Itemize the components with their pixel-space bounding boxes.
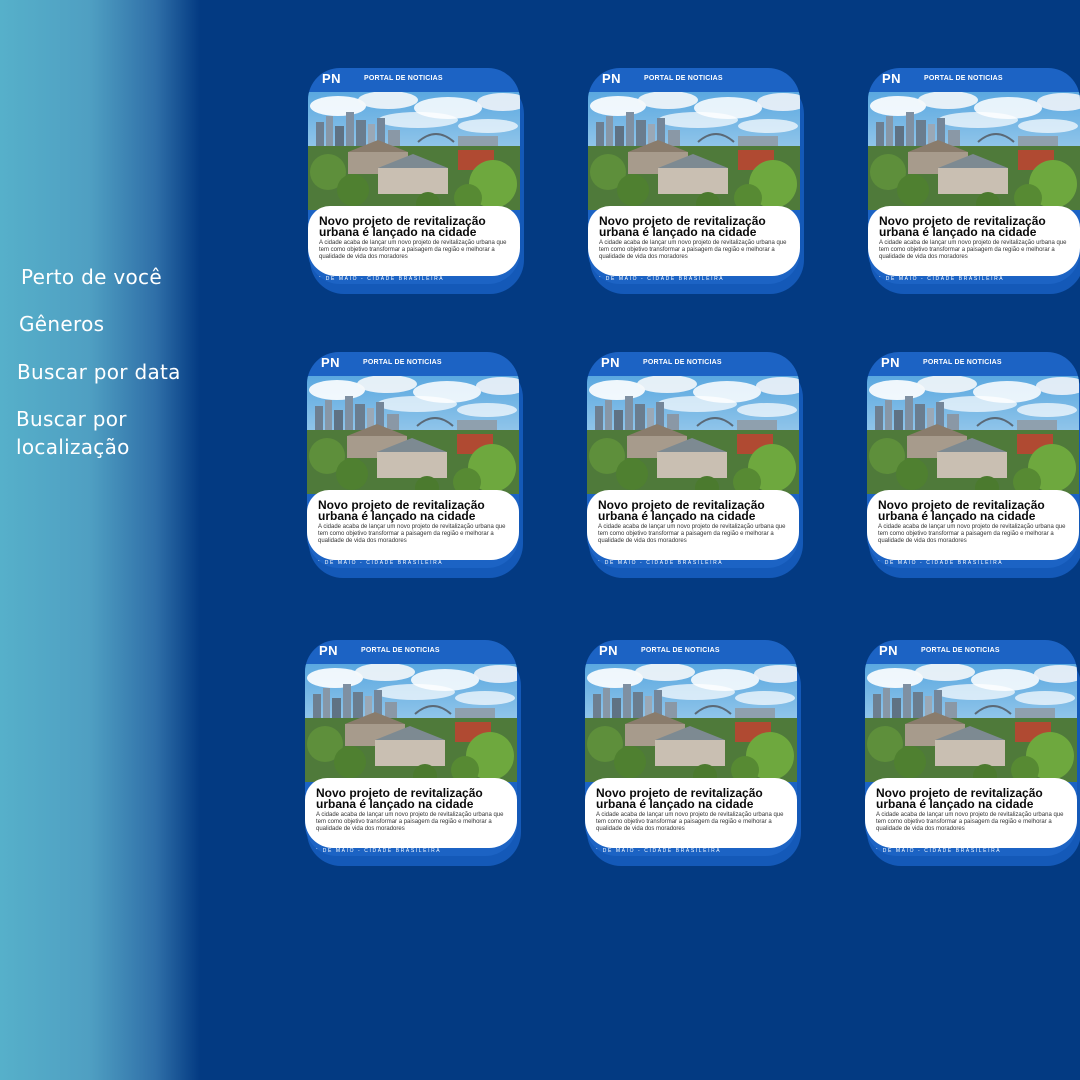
- city-photo: [867, 376, 1079, 494]
- portal-label: PORTAL DE NOTICIAS: [924, 75, 1003, 82]
- city-skyline-icon: [308, 92, 520, 210]
- card-date: 21 DE MAIO - CIDADE BRASILEIRA: [874, 276, 1005, 282]
- portal-label: PORTAL DE NOTICIAS: [923, 359, 1002, 366]
- news-card[interactable]: PN PORTAL DE NOTICIAS Novo projeto de re…: [585, 640, 801, 866]
- card-headline: Novo projeto de revitalização urbana é l…: [598, 498, 765, 523]
- nav-perto-de-voce[interactable]: Perto de você: [21, 263, 162, 291]
- card-date: 21 DE MAIO - CIDADE BRASILEIRA: [591, 848, 722, 854]
- card-body: PN PORTAL DE NOTICIAS Novo projeto de re…: [587, 352, 799, 568]
- card-date: 21 DE MAIO - CIDADE BRASILEIRA: [311, 848, 442, 854]
- logo-pn: PN: [882, 71, 902, 86]
- card-headline: Novo projeto de revitalização urbana é l…: [596, 786, 763, 811]
- city-skyline-icon: [868, 92, 1080, 210]
- card-description: A cidade acaba de lançar um novo projeto…: [319, 240, 507, 260]
- news-card[interactable]: PN PORTAL DE NOTICIAS Novo projeto de re…: [588, 68, 804, 294]
- card-body: PN PORTAL DE NOTICIAS Novo projeto de re…: [865, 640, 1077, 856]
- card-date: 21 DE MAIO - CIDADE BRASILEIRA: [593, 560, 724, 566]
- card-description: A cidade acaba de lançar um novo projeto…: [598, 524, 786, 544]
- city-skyline-icon: [587, 376, 799, 494]
- card-description: A cidade acaba de lançar um novo projeto…: [596, 812, 784, 832]
- portal-label: PORTAL DE NOTICIAS: [641, 647, 720, 654]
- card-description: A cidade acaba de lançar um novo projeto…: [599, 240, 787, 260]
- logo-pn: PN: [322, 71, 342, 86]
- card-headline: Novo projeto de revitalização urbana é l…: [879, 214, 1046, 239]
- portal-label: PORTAL DE NOTICIAS: [364, 75, 443, 82]
- news-card[interactable]: PN PORTAL DE NOTICIAS Novo projeto de re…: [867, 352, 1080, 578]
- city-skyline-icon: [867, 376, 1079, 494]
- card-description: A cidade acaba de lançar um novo projeto…: [318, 524, 506, 544]
- city-photo: [868, 92, 1080, 210]
- nav-buscar-por-localizacao[interactable]: Buscar por localização: [16, 405, 186, 461]
- portal-label: PORTAL DE NOTICIAS: [643, 359, 722, 366]
- card-headline: Novo projeto de revitalização urbana é l…: [599, 214, 766, 239]
- card-headline: Novo projeto de revitalização urbana é l…: [318, 498, 485, 523]
- logo-pn: PN: [602, 71, 622, 86]
- news-card[interactable]: PN PORTAL DE NOTICIAS Novo projeto de re…: [865, 640, 1080, 866]
- city-photo: [585, 664, 797, 782]
- nav-generos[interactable]: Gêneros: [19, 310, 104, 338]
- sidebar: Perto de você Gêneros Buscar por data Bu…: [0, 0, 200, 1080]
- portal-label: PORTAL DE NOTICIAS: [361, 647, 440, 654]
- card-headline: Novo projeto de revitalização urbana é l…: [316, 786, 483, 811]
- portal-label: PORTAL DE NOTICIAS: [644, 75, 723, 82]
- card-date: 21 DE MAIO - CIDADE BRASILEIRA: [594, 276, 725, 282]
- logo-pn: PN: [319, 643, 339, 658]
- card-headline: Novo projeto de revitalização urbana é l…: [876, 786, 1043, 811]
- portal-label: PORTAL DE NOTICIAS: [921, 647, 1000, 654]
- card-body: PN PORTAL DE NOTICIAS Novo projeto de re…: [308, 68, 520, 284]
- nav-buscar-por-data[interactable]: Buscar por data: [17, 358, 181, 386]
- city-photo: [305, 664, 517, 782]
- logo-pn: PN: [321, 355, 341, 370]
- logo-pn: PN: [601, 355, 621, 370]
- news-card[interactable]: PN PORTAL DE NOTICIAS Novo projeto de re…: [587, 352, 803, 578]
- news-card[interactable]: PN PORTAL DE NOTICIAS Novo projeto de re…: [305, 640, 521, 866]
- news-card[interactable]: PN PORTAL DE NOTICIAS Novo projeto de re…: [868, 68, 1080, 294]
- city-skyline-icon: [307, 376, 519, 494]
- card-description: A cidade acaba de lançar um novo projeto…: [878, 524, 1066, 544]
- city-photo: [307, 376, 519, 494]
- city-photo: [308, 92, 520, 210]
- card-date: 21 DE MAIO - CIDADE BRASILEIRA: [871, 848, 1002, 854]
- portal-label: PORTAL DE NOTICIAS: [363, 359, 442, 366]
- card-description: A cidade acaba de lançar um novo projeto…: [316, 812, 504, 832]
- logo-pn: PN: [599, 643, 619, 658]
- city-photo: [865, 664, 1077, 782]
- city-photo: [588, 92, 800, 210]
- card-headline: Novo projeto de revitalização urbana é l…: [319, 214, 486, 239]
- news-card[interactable]: PN PORTAL DE NOTICIAS Novo projeto de re…: [308, 68, 524, 294]
- card-body: PN PORTAL DE NOTICIAS Novo projeto de re…: [868, 68, 1080, 284]
- card-description: A cidade acaba de lançar um novo projeto…: [876, 812, 1064, 832]
- logo-pn: PN: [881, 355, 901, 370]
- city-skyline-icon: [865, 664, 1077, 782]
- card-headline: Novo projeto de revitalização urbana é l…: [878, 498, 1045, 523]
- card-body: PN PORTAL DE NOTICIAS Novo projeto de re…: [305, 640, 517, 856]
- card-date: 21 DE MAIO - CIDADE BRASILEIRA: [873, 560, 1004, 566]
- city-skyline-icon: [588, 92, 800, 210]
- card-date: 21 DE MAIO - CIDADE BRASILEIRA: [313, 560, 444, 566]
- card-description: A cidade acaba de lançar um novo projeto…: [879, 240, 1067, 260]
- card-body: PN PORTAL DE NOTICIAS Novo projeto de re…: [307, 352, 519, 568]
- card-body: PN PORTAL DE NOTICIAS Novo projeto de re…: [588, 68, 800, 284]
- city-skyline-icon: [585, 664, 797, 782]
- city-skyline-icon: [305, 664, 517, 782]
- logo-pn: PN: [879, 643, 899, 658]
- city-photo: [587, 376, 799, 494]
- card-body: PN PORTAL DE NOTICIAS Novo projeto de re…: [867, 352, 1079, 568]
- card-body: PN PORTAL DE NOTICIAS Novo projeto de re…: [585, 640, 797, 856]
- card-date: 21 DE MAIO - CIDADE BRASILEIRA: [314, 276, 445, 282]
- news-card[interactable]: PN PORTAL DE NOTICIAS Novo projeto de re…: [307, 352, 523, 578]
